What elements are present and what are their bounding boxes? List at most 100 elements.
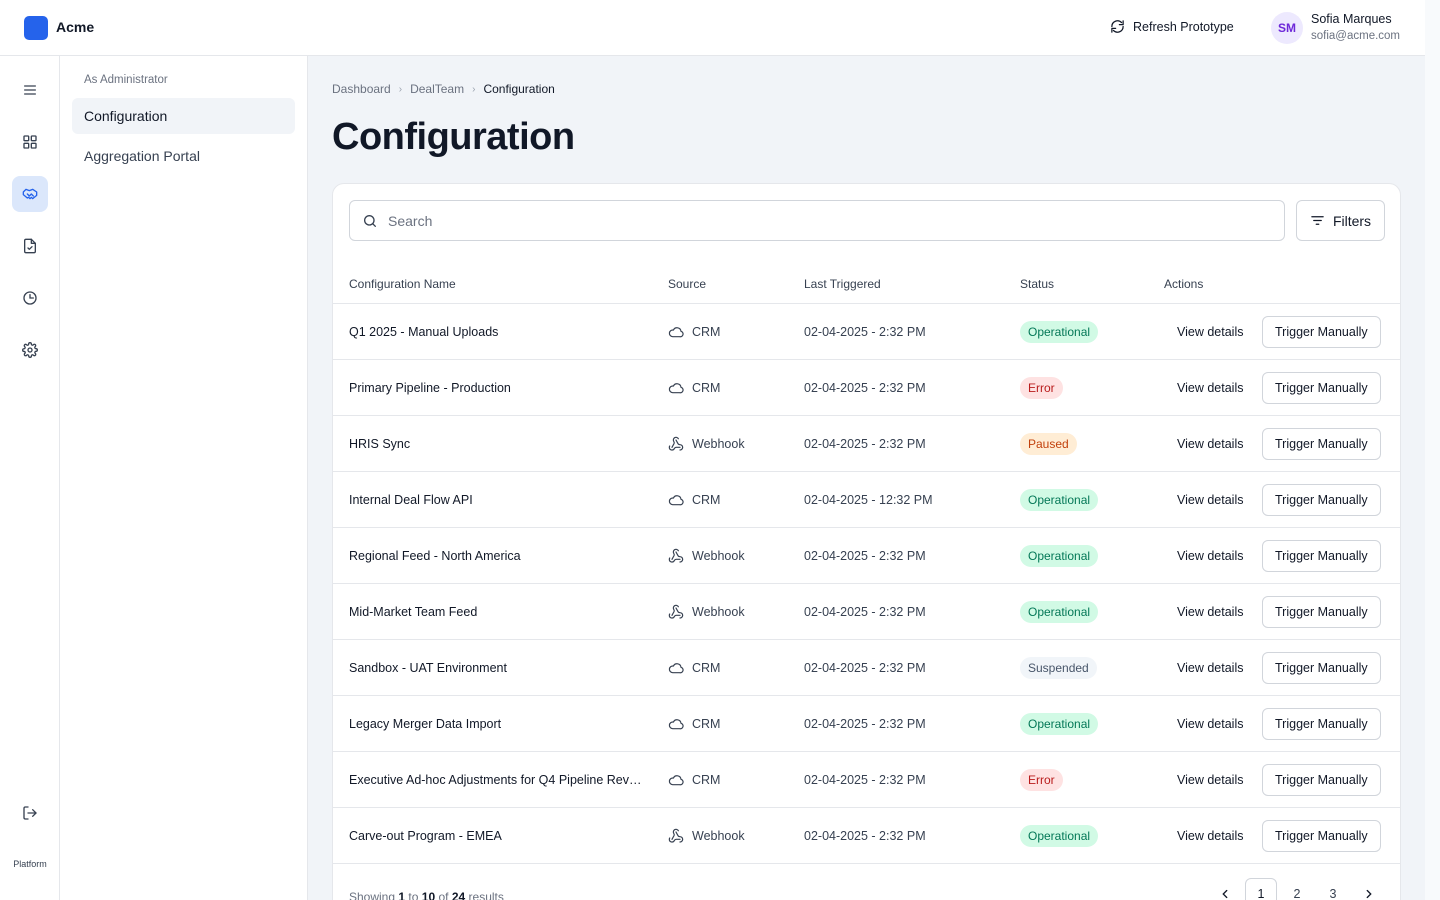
- trigger-manually-cell: Trigger Manually: [1262, 808, 1381, 864]
- configuration-name: HRIS Sync: [349, 416, 649, 472]
- top-bar: Acme Refresh Prototype SM Sofia Marques …: [0, 0, 1425, 56]
- page-title: Configuration: [332, 116, 575, 158]
- view-details-link[interactable]: View details: [1177, 472, 1243, 528]
- trigger-manually-button[interactable]: Trigger Manually: [1262, 820, 1381, 852]
- avatar[interactable]: SM: [1271, 12, 1303, 44]
- rail-platform-label: Platform: [13, 859, 47, 869]
- page-button-3[interactable]: 3: [1317, 878, 1349, 900]
- configuration-name-text: Internal Deal Flow API: [349, 493, 473, 507]
- rail-menu-button[interactable]: [12, 72, 48, 108]
- status-badge: Operational: [1020, 321, 1099, 343]
- webhook-icon: [668, 604, 684, 620]
- source-label: CRM: [692, 493, 721, 507]
- trigger-manually-button[interactable]: Trigger Manually: [1262, 484, 1381, 516]
- acme-logo[interactable]: [24, 16, 48, 40]
- rail-history-button[interactable]: [12, 280, 48, 316]
- search-box[interactable]: [349, 200, 1285, 241]
- trigger-manually-button[interactable]: Trigger Manually: [1262, 764, 1381, 796]
- configuration-name-text: Regional Feed - North America: [349, 549, 521, 563]
- refresh-prototype-button[interactable]: Refresh Prototype: [1110, 19, 1234, 34]
- results-summary: Showing 1 to 10 of 24 results: [349, 890, 504, 900]
- subnav-item-configuration[interactable]: Configuration: [72, 98, 295, 134]
- last-triggered: 02-04-2025 - 12:32 PM: [804, 493, 933, 507]
- breadcrumb-dealteam[interactable]: DealTeam: [410, 82, 464, 96]
- configuration-name: Regional Feed - North America: [349, 528, 649, 584]
- next-page-button[interactable]: [1353, 878, 1385, 900]
- status-cell: Operational: [1020, 696, 1099, 752]
- table-row: HRIS Sync Webhook 02-04-2025 - 2:32 PM Paus…: [333, 416, 1400, 472]
- status-badge: Operational: [1020, 601, 1099, 623]
- breadcrumb-dashboard[interactable]: Dashboard: [332, 82, 391, 96]
- trigger-manually-cell: Trigger Manually: [1262, 640, 1381, 696]
- filters-button[interactable]: Filters: [1296, 200, 1385, 241]
- rail-logout-button[interactable]: [12, 795, 48, 831]
- status-cell: Operational: [1020, 584, 1099, 640]
- results-to: 10: [421, 890, 436, 900]
- handshake-icon: [22, 188, 38, 200]
- source-cell: CRM: [668, 472, 720, 528]
- source-label: Webhook: [692, 829, 745, 843]
- table-row: Legacy Merger Data Import CRM 02-04-2025 -…: [333, 696, 1400, 752]
- view-details-link[interactable]: View details: [1177, 808, 1243, 864]
- trigger-manually-cell: Trigger Manually: [1262, 584, 1381, 640]
- table-row: Internal Deal Flow API CRM 02-04-2025 - 12…: [333, 472, 1400, 528]
- column-header-status[interactable]: Status: [1020, 277, 1054, 291]
- last-triggered: 02-04-2025 - 2:32 PM: [804, 717, 926, 731]
- trigger-manually-button[interactable]: Trigger Manually: [1262, 316, 1381, 348]
- filter-icon: [1311, 216, 1324, 225]
- table-row: Regional Feed - North America Webhook 02-0…: [333, 528, 1400, 584]
- status-badge: Suspended: [1020, 657, 1097, 679]
- view-details-link[interactable]: View details: [1177, 584, 1243, 640]
- trigger-manually-button[interactable]: Trigger Manually: [1262, 540, 1381, 572]
- trigger-manually-button[interactable]: Trigger Manually: [1262, 652, 1381, 684]
- trigger-manually-cell: Trigger Manually: [1262, 472, 1381, 528]
- last-triggered: 02-04-2025 - 2:32 PM: [804, 605, 926, 619]
- subnav-heading: As Administrator: [84, 74, 168, 86]
- trigger-manually-cell: Trigger Manually: [1262, 360, 1381, 416]
- status-cell: Operational: [1020, 472, 1099, 528]
- trigger-manually-button[interactable]: Trigger Manually: [1262, 708, 1381, 740]
- status-cell: Error: [1020, 752, 1063, 808]
- configuration-name-text: Sandbox - UAT Environment: [349, 661, 507, 675]
- trigger-manually-cell: Trigger Manually: [1262, 304, 1381, 360]
- view-details-link[interactable]: View details: [1177, 416, 1243, 472]
- column-header-last-triggered[interactable]: Last Triggered: [804, 277, 881, 291]
- status-cell: Suspended: [1020, 640, 1097, 696]
- previous-page-button[interactable]: [1209, 878, 1241, 900]
- page-button-1[interactable]: 1: [1245, 878, 1277, 900]
- page-button-2[interactable]: 2: [1281, 878, 1313, 900]
- column-header-source[interactable]: Source: [668, 277, 706, 291]
- view-details-link[interactable]: View details: [1177, 752, 1243, 808]
- trigger-manually-button[interactable]: Trigger Manually: [1262, 596, 1381, 628]
- breadcrumb: Dashboard › DealTeam › Configuration: [332, 82, 555, 96]
- chevron-right-icon: [1366, 889, 1372, 899]
- clock-icon: [23, 291, 37, 305]
- rail-dealteam-button[interactable]: [12, 176, 48, 212]
- last-triggered: 02-04-2025 - 2:32 PM: [804, 325, 926, 339]
- table-row: Mid-Market Team Feed Webhook 02-04-2025 - …: [333, 584, 1400, 640]
- trigger-manually-cell: Trigger Manually: [1262, 528, 1381, 584]
- trigger-manually-button[interactable]: Trigger Manually: [1262, 428, 1381, 460]
- trigger-manually-button[interactable]: Trigger Manually: [1262, 372, 1381, 404]
- view-details-link[interactable]: View details: [1177, 640, 1243, 696]
- source-label: CRM: [692, 381, 721, 395]
- view-details-link[interactable]: View details: [1177, 528, 1243, 584]
- view-details-link[interactable]: View details: [1177, 304, 1243, 360]
- rail-dashboard-button[interactable]: [12, 124, 48, 160]
- column-header-name[interactable]: Configuration Name: [349, 277, 456, 291]
- table-row: Primary Pipeline - Production CRM 02-04-20…: [333, 360, 1400, 416]
- filters-label: Filters: [1332, 212, 1372, 229]
- rail-documents-button[interactable]: [12, 228, 48, 264]
- status-cell: Operational: [1020, 528, 1099, 584]
- cloud-icon: [668, 380, 684, 396]
- trigger-manually-cell: Trigger Manually: [1262, 416, 1381, 472]
- search-input[interactable]: [388, 212, 1268, 229]
- app-name: Acme: [56, 19, 95, 35]
- configuration-name: Sandbox - UAT Environment: [349, 640, 649, 696]
- view-details-link[interactable]: View details: [1177, 696, 1243, 752]
- subnav-item-aggregation-portal[interactable]: Aggregation Portal: [72, 138, 295, 174]
- rail-settings-button[interactable]: [12, 332, 48, 368]
- status-badge: Operational: [1020, 825, 1099, 847]
- page-scrollbar[interactable]: [1425, 0, 1440, 900]
- view-details-link[interactable]: View details: [1177, 360, 1243, 416]
